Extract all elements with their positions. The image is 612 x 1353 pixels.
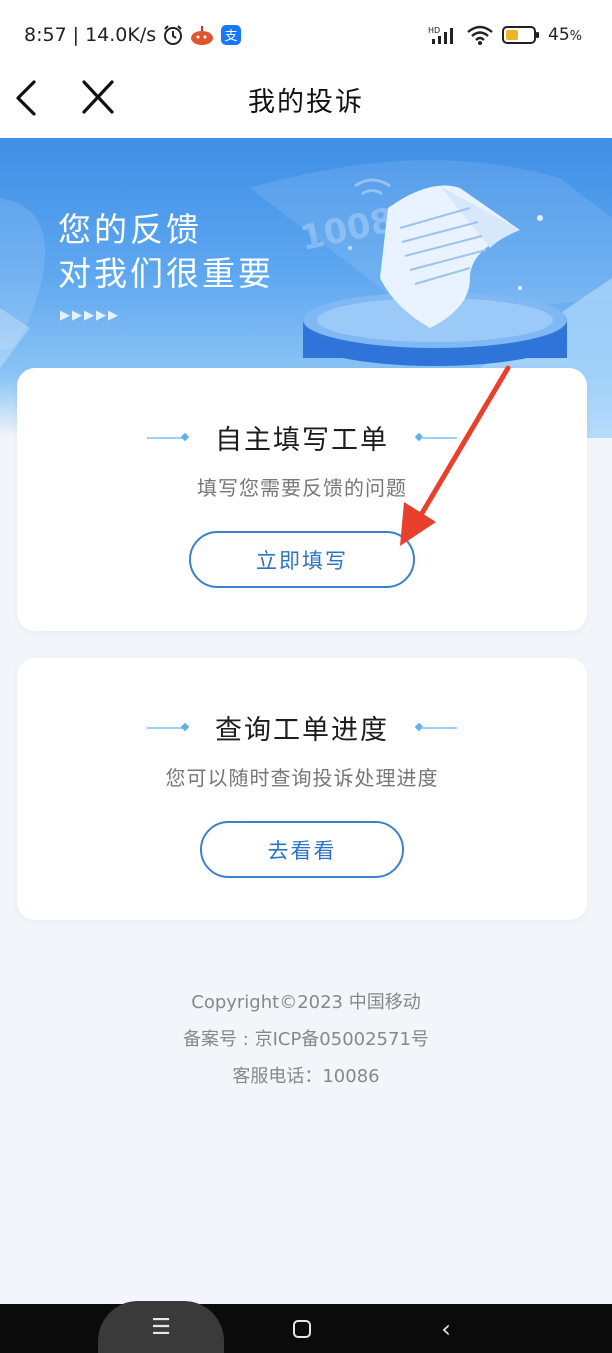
title-decoration-right [414,432,457,441]
page-title: 我的投诉 [248,87,364,118]
card-description: 填写您需要反馈的问题 [197,476,407,500]
battery-icon [502,26,539,44]
footer: Copyright©2023 中国移动 备案号 : 京ICP备05002571号… [0,984,612,1095]
nav-bar: 我的投诉 [0,58,612,138]
svg-text:HD: HD [428,26,440,35]
query-progress-card: 查询工单进度 您可以随时查询投诉处理进度 去看看 [17,658,587,920]
title-decoration-left [147,722,190,731]
status-separator: | [72,24,80,46]
system-nav-bar: ☰ ‹ [0,1301,612,1353]
app-icon-orange [191,26,214,45]
back-chevron-icon: ‹ [441,1314,451,1343]
home-square-icon [293,1319,311,1338]
menu-button[interactable]: ☰ [98,1301,224,1353]
battery-level: 45 [548,25,570,45]
card-title-row: 查询工单进度 [17,708,587,747]
home-button[interactable] [282,1304,322,1353]
battery-percent: 45% [548,25,582,45]
wifi-icon [467,25,493,45]
footer-copyright: Copyright©2023 中国移动 [191,992,421,1013]
footer-icp[interactable]: 备案号 : 京ICP备05002571号 [0,1021,612,1058]
card-title-row: 自主填写工单 [17,418,587,457]
title-decoration-left [147,432,190,441]
banner-line-1: 您的反馈 [58,210,202,249]
status-right: HD 45% [428,24,582,46]
footer-hotline[interactable]: 客服电话：10086 [0,1058,612,1095]
banner-arrows: ▶▶▶▶▶ [60,308,120,323]
battery-unit: % [569,29,582,44]
title-decoration-right [414,722,457,731]
go-look-button[interactable]: 去看看 [200,821,404,878]
system-back-button[interactable]: ‹ [426,1304,466,1353]
status-network-speed: 14.0K/s [85,24,157,46]
fill-ticket-card: 自主填写工单 填写您需要反馈的问题 立即填写 [17,368,587,631]
alarm-icon [164,25,183,45]
hd-signal-icon: HD [428,26,453,44]
banner-line-2: 对我们很重要 [58,254,274,293]
status-left: 8:57 | 14.0K/s 支 [24,24,242,46]
status-time: 8:57 [24,24,67,46]
menu-icon: ☰ [151,1314,171,1340]
card-description: 您可以随时查询投诉处理进度 [165,766,439,790]
svg-text:支: 支 [225,29,238,44]
banner-headline: 您的反馈 对我们很重要 [58,208,274,296]
card-title: 查询工单进度 [215,715,389,746]
fill-now-button[interactable]: 立即填写 [189,531,415,588]
alipay-icon: 支 [221,25,242,45]
card-title: 自主填写工单 [215,425,389,456]
